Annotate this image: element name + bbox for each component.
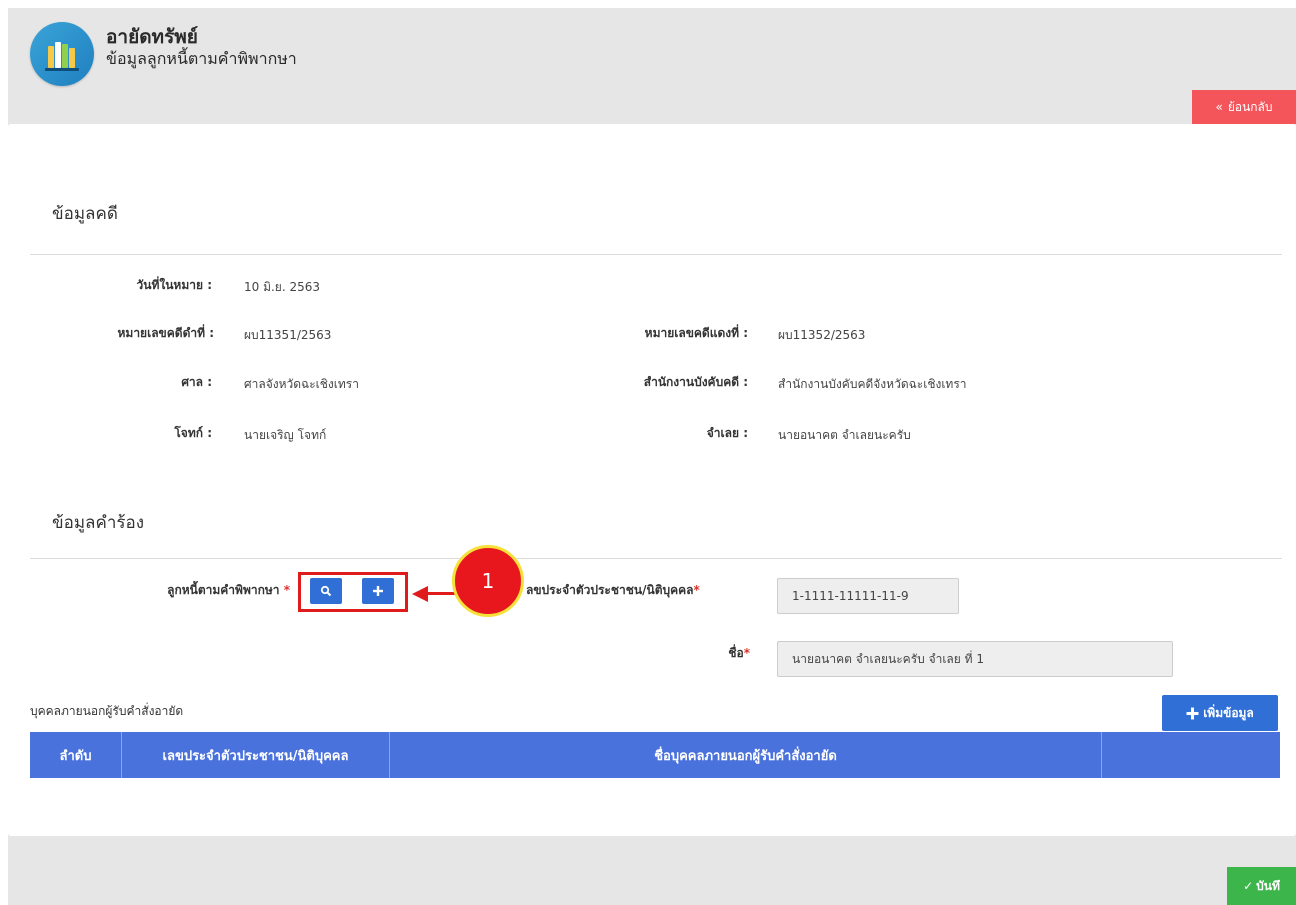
- add-third-party-label: เพิ่มข้อมูล: [1203, 705, 1254, 720]
- enforcement-office-value: สำนักงานบังคับคดีจังหวัดฉะเชิงเทรา: [778, 377, 967, 391]
- date-value: 10 มิ.ย. 2563: [244, 280, 321, 294]
- plus-icon: [1186, 707, 1199, 719]
- save-button-label: บันทึ: [1256, 878, 1280, 893]
- column-header[interactable]: เลขประจำตัวประชาชน/นิติบุคคล: [122, 732, 390, 778]
- column-header[interactable]: ชื่อบุคคลภายนอกผู้รับคำสั่งอายัด: [390, 732, 1102, 778]
- divider: [30, 558, 1282, 559]
- arrow-left-icon: [412, 586, 428, 602]
- court-label: ศาล :: [181, 375, 212, 389]
- name-label: ชื่อ*: [728, 646, 750, 660]
- callout-arrow: [428, 592, 455, 595]
- highlight-box: [298, 572, 408, 612]
- date-label: วันที่ในหมาย :: [136, 278, 212, 292]
- third-party-title: บุคคลภายนอกผู้รับคำสั่งอายัด: [30, 704, 184, 718]
- column-header[interactable]: ลำดับ: [30, 732, 122, 778]
- petition-section-title: ข้อมูลคำร้อง: [52, 513, 145, 533]
- id-number-label: ลขประจำตัวประชาชน/นิติบุคคล*: [526, 583, 700, 597]
- back-button[interactable]: « ย้อนกลับ: [1192, 90, 1296, 124]
- defendant-label: จำเลย :: [706, 426, 748, 440]
- save-button[interactable]: ✓ บันทึ: [1227, 867, 1296, 905]
- required-mark: *: [283, 583, 290, 597]
- divider: [30, 254, 1282, 255]
- check-icon: ✓: [1243, 879, 1254, 893]
- black-case-no-value: ผบ11351/2563: [244, 328, 332, 342]
- app-title: อายัดทรัพย์: [106, 26, 198, 48]
- double-chevron-left-icon: «: [1215, 100, 1223, 114]
- name-field[interactable]: นายอนาคต จำเลยนะครับ จำเลย ที่ 1: [777, 641, 1173, 677]
- required-mark: *: [693, 583, 700, 597]
- third-party-table-header: ลำดับ เลขประจำตัวประชาชน/นิติบุคคล ชื่อบ…: [30, 732, 1280, 778]
- black-case-no-label: หมายเลขคดีดำที่ :: [117, 326, 215, 340]
- page-header: อายัดทรัพย์ ข้อมูลลูกหนี้ตามคำพิพากษา: [30, 22, 297, 86]
- plaintiff-label: โจทก์ :: [174, 426, 212, 440]
- column-header: [1102, 732, 1280, 778]
- case-section-title: ข้อมูลคดี: [52, 204, 118, 224]
- callout-badge: 1: [452, 545, 524, 617]
- back-button-label: ย้อนกลับ: [1227, 99, 1273, 114]
- plaintiff-value: นายเจริญ โจทก์: [244, 428, 327, 442]
- red-case-no-label: หมายเลขคดีแดงที่ :: [644, 326, 748, 340]
- court-value: ศาลจังหวัดฉะเชิงเทรา: [244, 377, 359, 391]
- id-number-field[interactable]: 1-1111-11111-11-9: [777, 578, 959, 614]
- add-third-party-button[interactable]: เพิ่มข้อมูล: [1162, 695, 1278, 731]
- main-card: [8, 124, 1296, 836]
- red-case-no-value: ผบ11352/2563: [778, 328, 866, 342]
- enforcement-office-label: สำนักงานบังคับคดี :: [643, 375, 748, 389]
- books-logo-icon: [30, 22, 94, 86]
- judgment-debtor-label: ลูกหนี้ตามคำพิพากษา *: [167, 583, 290, 597]
- app-subtitle: ข้อมูลลูกหนี้ตามคำพิพากษา: [106, 49, 297, 68]
- defendant-value: นายอนาคต จำเลยนะครับ: [778, 428, 911, 442]
- required-mark: *: [743, 646, 750, 660]
